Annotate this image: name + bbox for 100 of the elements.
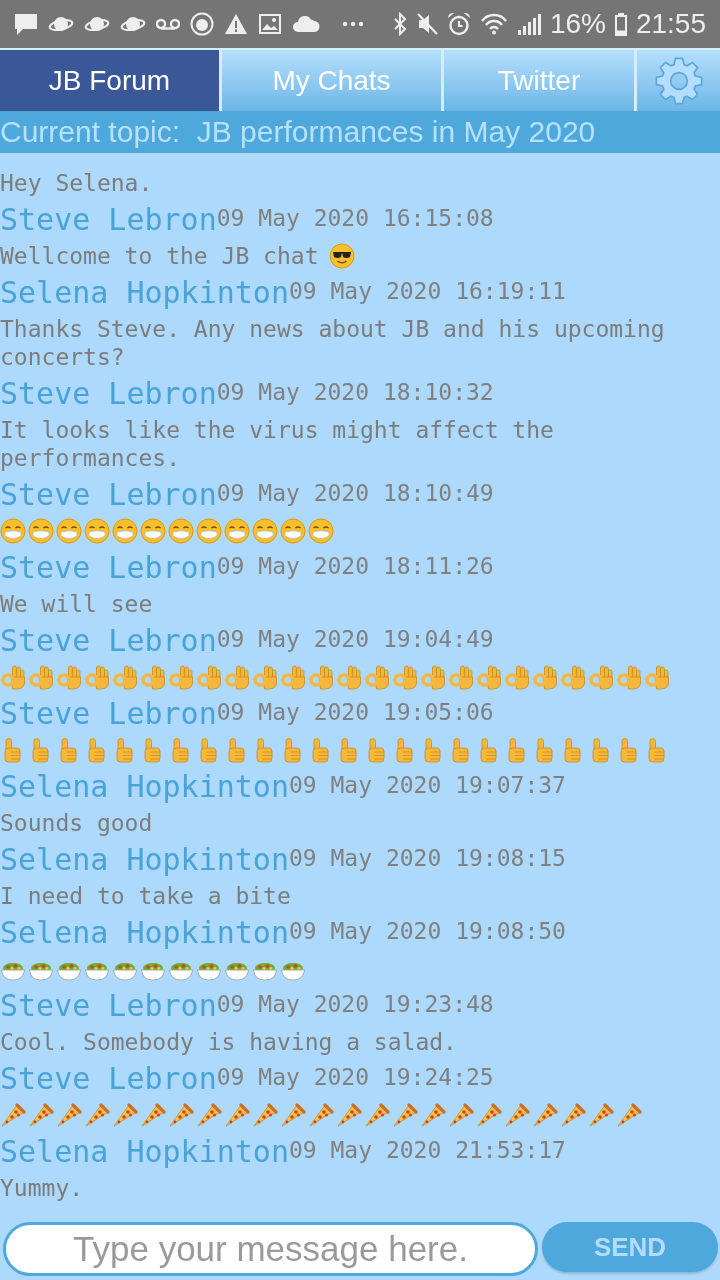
message-time: 09 May 2020 19:08:50 [289, 917, 566, 946]
masked-face-icon [56, 518, 82, 544]
ok-hand-icon [644, 664, 670, 690]
ok-hand-icon [112, 664, 138, 690]
message-time: 09 May 2020 19:04:49 [216, 625, 494, 654]
message-text: Cool. Somebody is having a salad. [0, 1029, 457, 1055]
pizza-slice-icon [280, 1102, 306, 1128]
ok-hand-icon [560, 664, 586, 690]
masked-face-icon [28, 518, 54, 544]
sunglasses-face-icon [328, 243, 355, 269]
sender-name: Selena Hopkinton [0, 915, 289, 951]
planet-icon [84, 14, 110, 34]
pizza-slice-icon [448, 1102, 474, 1128]
ok-hand-icon [168, 664, 194, 690]
message-text: It looks like the virus might affect the performances. [0, 417, 554, 471]
sender-name: Steve Lebron [0, 477, 217, 513]
pizza-slice-icon [392, 1102, 418, 1128]
message-text: Thanks Steve. Any news about JB and his upcoming concerts? [0, 316, 665, 370]
ok-hand-icon [336, 664, 362, 690]
planet-icon [120, 14, 146, 34]
ok-hand-icon [56, 664, 82, 690]
message-time: 09 May 2020 19:05:06 [216, 698, 494, 727]
pizza-slice-icon [168, 1102, 194, 1128]
pizza-slice-icon [588, 1102, 614, 1128]
message-time: 09 May 2020 19:08:15 [289, 844, 566, 873]
message-text: I need to take a bite [0, 883, 291, 909]
ok-hand-icon [588, 664, 614, 690]
pizza-slice-icon [140, 1102, 166, 1128]
masked-face-icon [0, 518, 26, 544]
settings-icon [653, 55, 704, 106]
sender-name: Steve Lebron [0, 1061, 217, 1097]
ok-hand-icon [140, 664, 166, 690]
sender-name: Selena Hopkinton [0, 769, 289, 805]
pizza-slice-icon [336, 1102, 362, 1128]
masked-face-icon [196, 518, 222, 544]
message-text: Hey Selena. [0, 170, 153, 196]
round-logo-icon [190, 12, 214, 36]
warning-icon [224, 13, 248, 35]
ok-hand-icon [504, 664, 530, 690]
image-icon [258, 13, 282, 35]
cloud-icon [292, 16, 320, 32]
message-input[interactable]: Type your message here. [3, 1222, 538, 1276]
message-time: 09 May 2020 19:07:37 [289, 771, 566, 800]
message-time: 09 May 2020 19:23:48 [216, 990, 494, 1019]
message-time: 09 May 2020 21:53:17 [289, 1136, 566, 1165]
ok-hand-icon [420, 664, 446, 690]
ok-hand-icon [616, 664, 642, 690]
signal-icon [516, 13, 541, 35]
sender-name: Steve Lebron [0, 550, 217, 586]
message-time: 09 May 2020 16:15:08 [216, 204, 494, 233]
message-time: 09 May 2020 18:11:26 [216, 552, 494, 581]
sender-name: Steve Lebron [0, 988, 217, 1024]
tab[interactable]: JB Forum [0, 50, 219, 111]
pizza-slice-icon [252, 1102, 278, 1128]
sender-name: Steve Lebron [0, 696, 217, 732]
ok-hand-icon [0, 664, 26, 690]
pizza-slice-icon [532, 1102, 558, 1128]
ok-hand-icon [392, 664, 418, 690]
message-text: Yummy. [0, 1175, 84, 1201]
ok-hand-icon [532, 664, 558, 690]
voicemail-icon [156, 17, 180, 31]
message-text: We will see [0, 591, 153, 617]
ok-hand-icon [476, 664, 502, 690]
mute-icon [415, 12, 438, 36]
masked-face-icon [252, 518, 278, 544]
pizza-slice-icon [420, 1102, 446, 1128]
masked-face-icon [280, 518, 306, 544]
battery-percent: 16% [549, 8, 606, 40]
bluetooth-icon [392, 12, 407, 36]
tab[interactable]: My Chats [222, 50, 441, 111]
pizza-slice-icon [308, 1102, 334, 1128]
sender-name: Selena Hopkinton [0, 275, 289, 311]
sender-name: Selena Hopkinton [0, 842, 289, 878]
pizza-slice-icon [112, 1102, 138, 1128]
pizza-slice-icon [28, 1102, 54, 1128]
pizza-slice-icon [224, 1102, 250, 1128]
ok-hand-icon [280, 664, 306, 690]
pizza-slice-icon [56, 1102, 82, 1128]
pizza-slice-icon [196, 1102, 222, 1128]
masked-face-icon [308, 518, 334, 544]
sender-name: Steve Lebron [0, 623, 217, 659]
pizza-slice-icon [0, 1102, 26, 1128]
settings-button[interactable] [637, 50, 720, 111]
sender-name: Steve Lebron [0, 202, 217, 238]
sender-name: Steve Lebron [0, 376, 217, 412]
message-text: Wellcome to the JB chat [0, 242, 319, 270]
pizza-slice-icon [616, 1102, 642, 1128]
pizza-slice-icon [560, 1102, 586, 1128]
pizza-slice-icon [364, 1102, 390, 1128]
message-icon [14, 12, 38, 36]
send-button[interactable]: SEND [542, 1222, 718, 1272]
alarm-icon [446, 12, 471, 36]
pizza-slice-icon [84, 1102, 110, 1128]
planet-icon [48, 14, 74, 34]
tab[interactable]: Twitter [444, 50, 634, 111]
message-time: 09 May 2020 16:19:11 [289, 277, 566, 306]
ok-hand-icon [252, 664, 278, 690]
more-dots-icon [342, 21, 364, 27]
pizza-slice-icon [476, 1102, 502, 1128]
message-text: Sounds good [0, 810, 153, 836]
